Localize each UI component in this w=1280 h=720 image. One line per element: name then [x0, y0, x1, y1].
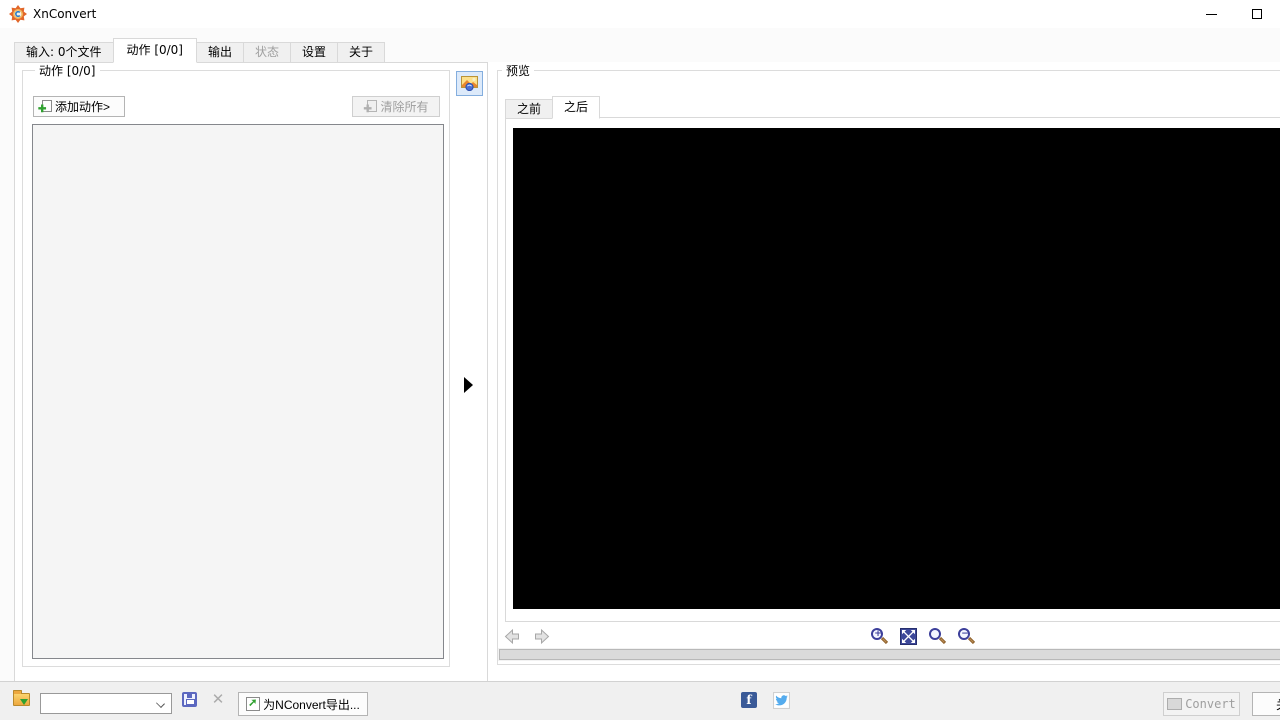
zoom-in-button[interactable]: + [870, 627, 889, 646]
tab-output[interactable]: 输出 [196, 42, 244, 63]
clear-all-icon: ✚ [363, 100, 377, 114]
tab-status: 状态 [243, 42, 291, 63]
add-action-icon: ✚ [38, 100, 52, 114]
actions-groupbox-title: 动作 [0/0] [35, 62, 100, 79]
previous-image-button [503, 628, 521, 645]
facebook-icon: f [741, 692, 757, 708]
add-action-button[interactable]: ✚ 添加动作> [33, 96, 125, 117]
open-preset-button[interactable] [12, 690, 30, 708]
close-button[interactable]: 关 [1252, 692, 1280, 716]
zoom-out-button[interactable]: − [957, 627, 976, 646]
statusbar: ✕ ➚ 为NConvert导出... f Convert 关 [0, 682, 1280, 720]
tab-input[interactable]: 输入: 0个文件 [14, 42, 114, 63]
preview-groupbox: 预览 之前 之后 + [497, 70, 1280, 665]
minimize-button[interactable] [1188, 0, 1234, 28]
maximize-icon [1252, 9, 1262, 19]
twitter-link[interactable] [772, 691, 790, 709]
open-folder-icon [13, 693, 30, 706]
preview-tabbar: 之前 之后 [505, 96, 599, 119]
clear-all-button: ✚ 清除所有 [352, 96, 440, 117]
picture-icon [461, 76, 478, 91]
export-button-label: 为NConvert导出... [263, 696, 360, 713]
splitter-collapse-arrow[interactable] [464, 377, 473, 393]
tab-settings[interactable]: 设置 [290, 42, 338, 63]
tab-about[interactable]: 关于 [337, 42, 385, 63]
clear-all-label: 清除所有 [380, 98, 428, 115]
minimize-icon [1206, 14, 1217, 15]
tab-actions[interactable]: 动作 [0/0] [113, 38, 198, 63]
twitter-icon [773, 692, 790, 709]
main-tabbar: 输入: 0个文件 动作 [0/0] 输出 状态 设置 关于 [14, 40, 384, 63]
zoom-original-button[interactable] [928, 627, 947, 646]
facebook-link[interactable]: f [740, 691, 758, 709]
tab-before[interactable]: 之前 [505, 99, 553, 119]
delete-preset-button: ✕ [209, 690, 227, 708]
preview-toolbar: + − [498, 626, 1280, 648]
delete-icon: ✕ [212, 690, 225, 708]
actions-groupbox: 动作 [0/0] ✚ 添加动作> ✚ 清除所有 [22, 70, 450, 667]
add-action-label: 添加动作> [55, 98, 110, 115]
chevron-down-icon [156, 699, 165, 708]
export-to-nconvert-button[interactable]: ➚ 为NConvert导出... [238, 692, 368, 716]
preview-groupbox-title: 预览 [502, 62, 534, 79]
window-title: XnConvert [33, 0, 96, 28]
next-image-button [533, 628, 551, 645]
convert-button-label: Convert [1185, 697, 1236, 711]
convert-icon [1167, 698, 1182, 710]
titlebar: XnConvert [0, 0, 1280, 28]
scrollbar-thumb[interactable] [499, 649, 1280, 660]
preview-image[interactable] [513, 128, 1280, 609]
toggle-preview-button[interactable] [456, 71, 483, 96]
save-icon [182, 692, 197, 707]
preview-horizontal-scrollbar [498, 648, 1280, 661]
action-list[interactable] [32, 124, 444, 659]
fit-to-window-button[interactable] [899, 627, 918, 646]
maximize-button[interactable] [1234, 0, 1280, 28]
xnconvert-app-icon [9, 5, 27, 23]
tab-after[interactable]: 之后 [552, 96, 600, 119]
close-button-label: 关 [1276, 696, 1280, 713]
convert-button: Convert [1163, 692, 1240, 716]
export-icon: ➚ [246, 697, 260, 711]
fit-to-window-icon [900, 628, 917, 645]
preset-combobox[interactable] [40, 693, 172, 714]
save-preset-button[interactable] [180, 690, 198, 708]
previous-arrow-icon [503, 628, 521, 645]
next-arrow-icon [533, 628, 551, 645]
